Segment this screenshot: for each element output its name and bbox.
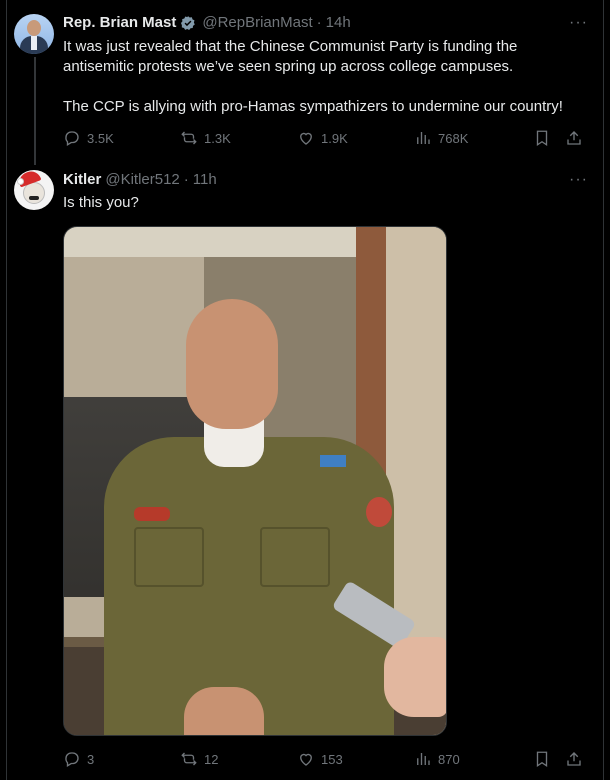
tweet1-reply-count: 3.5K [87, 130, 114, 146]
tweet1-repost-count: 1.3K [204, 130, 231, 146]
tweet2-separator: · [183, 171, 189, 188]
verified-icon [180, 15, 196, 31]
tweet1-view-count: 768K [438, 130, 469, 146]
bookmark-icon[interactable] [533, 129, 551, 147]
tweet2-repost-count: 12 [204, 751, 219, 767]
more-icon[interactable]: ··· [569, 171, 588, 189]
tweet2-reply-button[interactable]: 3 [63, 750, 180, 768]
tweet1-reply-button[interactable]: 3.5K [63, 129, 180, 147]
tweet2-timestamp[interactable]: 11h [193, 171, 217, 188]
tweet1-timestamp[interactable]: 14h [326, 14, 351, 31]
tweet2-like-count: 153 [321, 751, 343, 767]
views-icon [417, 132, 430, 144]
like-icon [300, 132, 312, 145]
tweet2-reply-count: 3 [87, 751, 95, 767]
tweet2-header: Kitler @Kitler512 · 11h [63, 171, 217, 188]
tweet2-text: Is this you? [63, 194, 139, 211]
tweet2-like-button[interactable]: 153 [297, 750, 414, 768]
tweet2-author-name[interactable]: Kitler [63, 171, 101, 188]
like-icon [300, 753, 312, 766]
tweet2-action-bar: 3 12 153 870 [63, 750, 583, 768]
repost-icon [181, 752, 197, 766]
bookmark-icon[interactable] [533, 750, 551, 768]
tweet2-view-count: 870 [438, 751, 460, 767]
tweet1-separator: · [316, 14, 322, 31]
tweet1-author-name[interactable]: Rep. Brian Mast [63, 14, 176, 31]
views-icon [417, 753, 430, 765]
more-icon[interactable]: ··· [569, 14, 588, 32]
tweet1-repost-button[interactable]: 1.3K [180, 129, 297, 147]
tweet1-bookmark-share-group [533, 129, 583, 147]
avatar-kitler[interactable] [14, 170, 54, 210]
tweet1-like-count: 1.9K [321, 130, 348, 146]
tweet2-views-button[interactable]: 870 [414, 750, 531, 768]
tweet1-paragraph-1: It was just revealed that the Chinese Co… [63, 38, 518, 75]
tweet1-header: Rep. Brian Mast @RepBrianMast · 14h [63, 14, 351, 31]
reply-icon [65, 131, 79, 146]
tweet1-like-button[interactable]: 1.9K [297, 129, 414, 147]
tweet2-bookmark-share-group [533, 750, 583, 768]
repost-icon [181, 131, 197, 145]
tweet1-paragraph-2: The CCP is allying with pro-Hamas sympat… [63, 98, 563, 115]
tweet2-repost-button[interactable]: 12 [180, 750, 297, 768]
tweet2-author-handle[interactable]: @Kitler512 [105, 171, 179, 188]
avatar-brian-mast[interactable] [14, 14, 54, 54]
thread-connector-line [34, 57, 36, 165]
tweet2-photo[interactable] [63, 226, 447, 736]
tweet1-author-handle[interactable]: @RepBrianMast [202, 14, 312, 31]
share-icon[interactable] [565, 750, 583, 768]
tweet1-views-button[interactable]: 768K [414, 129, 531, 147]
tweet1-action-bar: 3.5K 1.3K 1.9K 768K [63, 129, 583, 147]
reply-icon [65, 752, 79, 767]
share-icon[interactable] [565, 129, 583, 147]
tweet1-text: It was just revealed that the Chinese Co… [63, 37, 588, 117]
